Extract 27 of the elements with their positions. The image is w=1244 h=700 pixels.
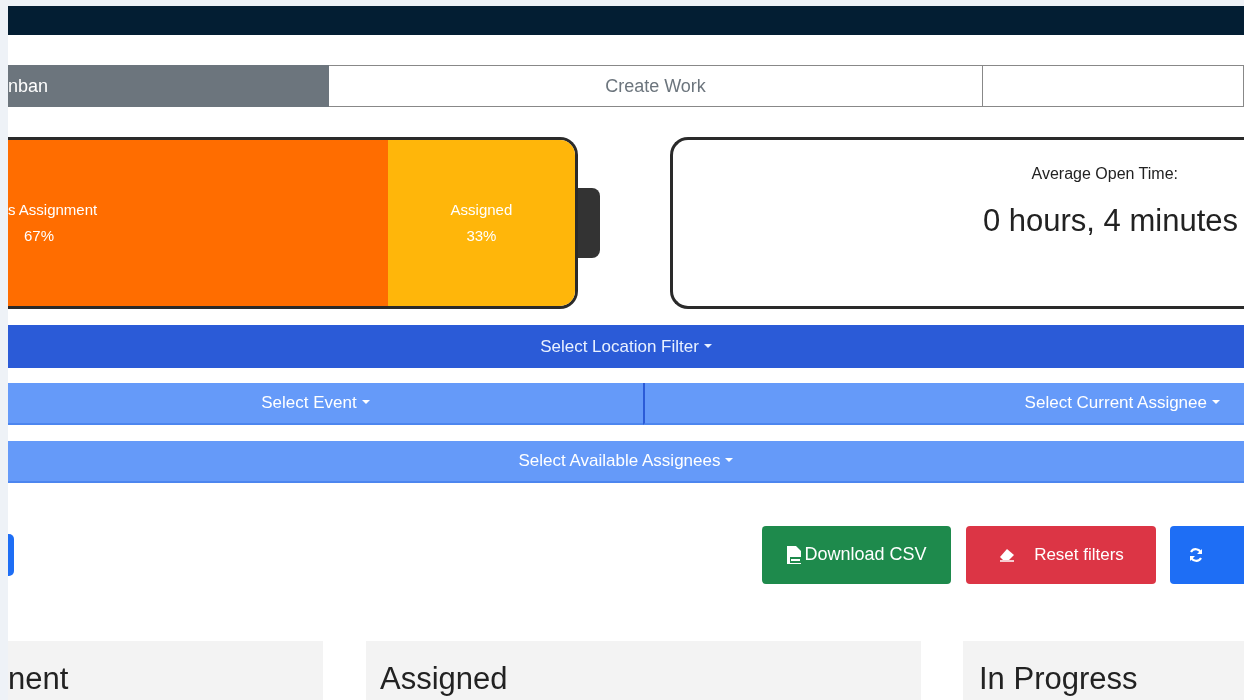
caret-icon	[703, 343, 712, 349]
open-time-value: 0 hours, 4 minutes	[982, 201, 1238, 240]
reset-filters-button[interactable]: Reset filters	[966, 525, 1156, 584]
segment-label: s Assignment	[8, 199, 98, 220]
caret-icon	[1212, 400, 1220, 406]
column-header: Assigned	[366, 640, 921, 700]
segment-percent: 67%	[24, 225, 55, 246]
caret-icon	[725, 458, 734, 464]
filter-dropdown[interactable]: Select Location Filter	[8, 324, 1244, 368]
refresh-icon	[1188, 546, 1204, 563]
filter-dropdown[interactable]: Select Available Assignees	[8, 440, 1244, 483]
download-csv-button[interactable]: Download CSV	[762, 525, 951, 584]
nav-tab[interactable]	[983, 65, 1244, 107]
refresh-button[interactable]	[1170, 525, 1244, 584]
open-time-label: Average Open Time:	[1031, 163, 1178, 184]
filter-dropdown[interactable]: Select Current Assignee	[643, 382, 1244, 425]
caret-icon	[361, 400, 370, 406]
column-header: nent	[8, 640, 323, 700]
eraser-icon	[998, 547, 1017, 562]
filter-dropdown[interactable]: Select Event	[8, 382, 643, 425]
nav-tab[interactable]: nban	[8, 65, 329, 107]
segment-percent: 33%	[466, 225, 497, 246]
segment-label: Assigned	[450, 199, 513, 220]
button[interactable]	[8, 533, 14, 576]
column-header: In Progress	[963, 640, 1244, 700]
nav-tab[interactable]: Create Work	[329, 65, 983, 107]
csv-file-icon	[786, 544, 803, 565]
